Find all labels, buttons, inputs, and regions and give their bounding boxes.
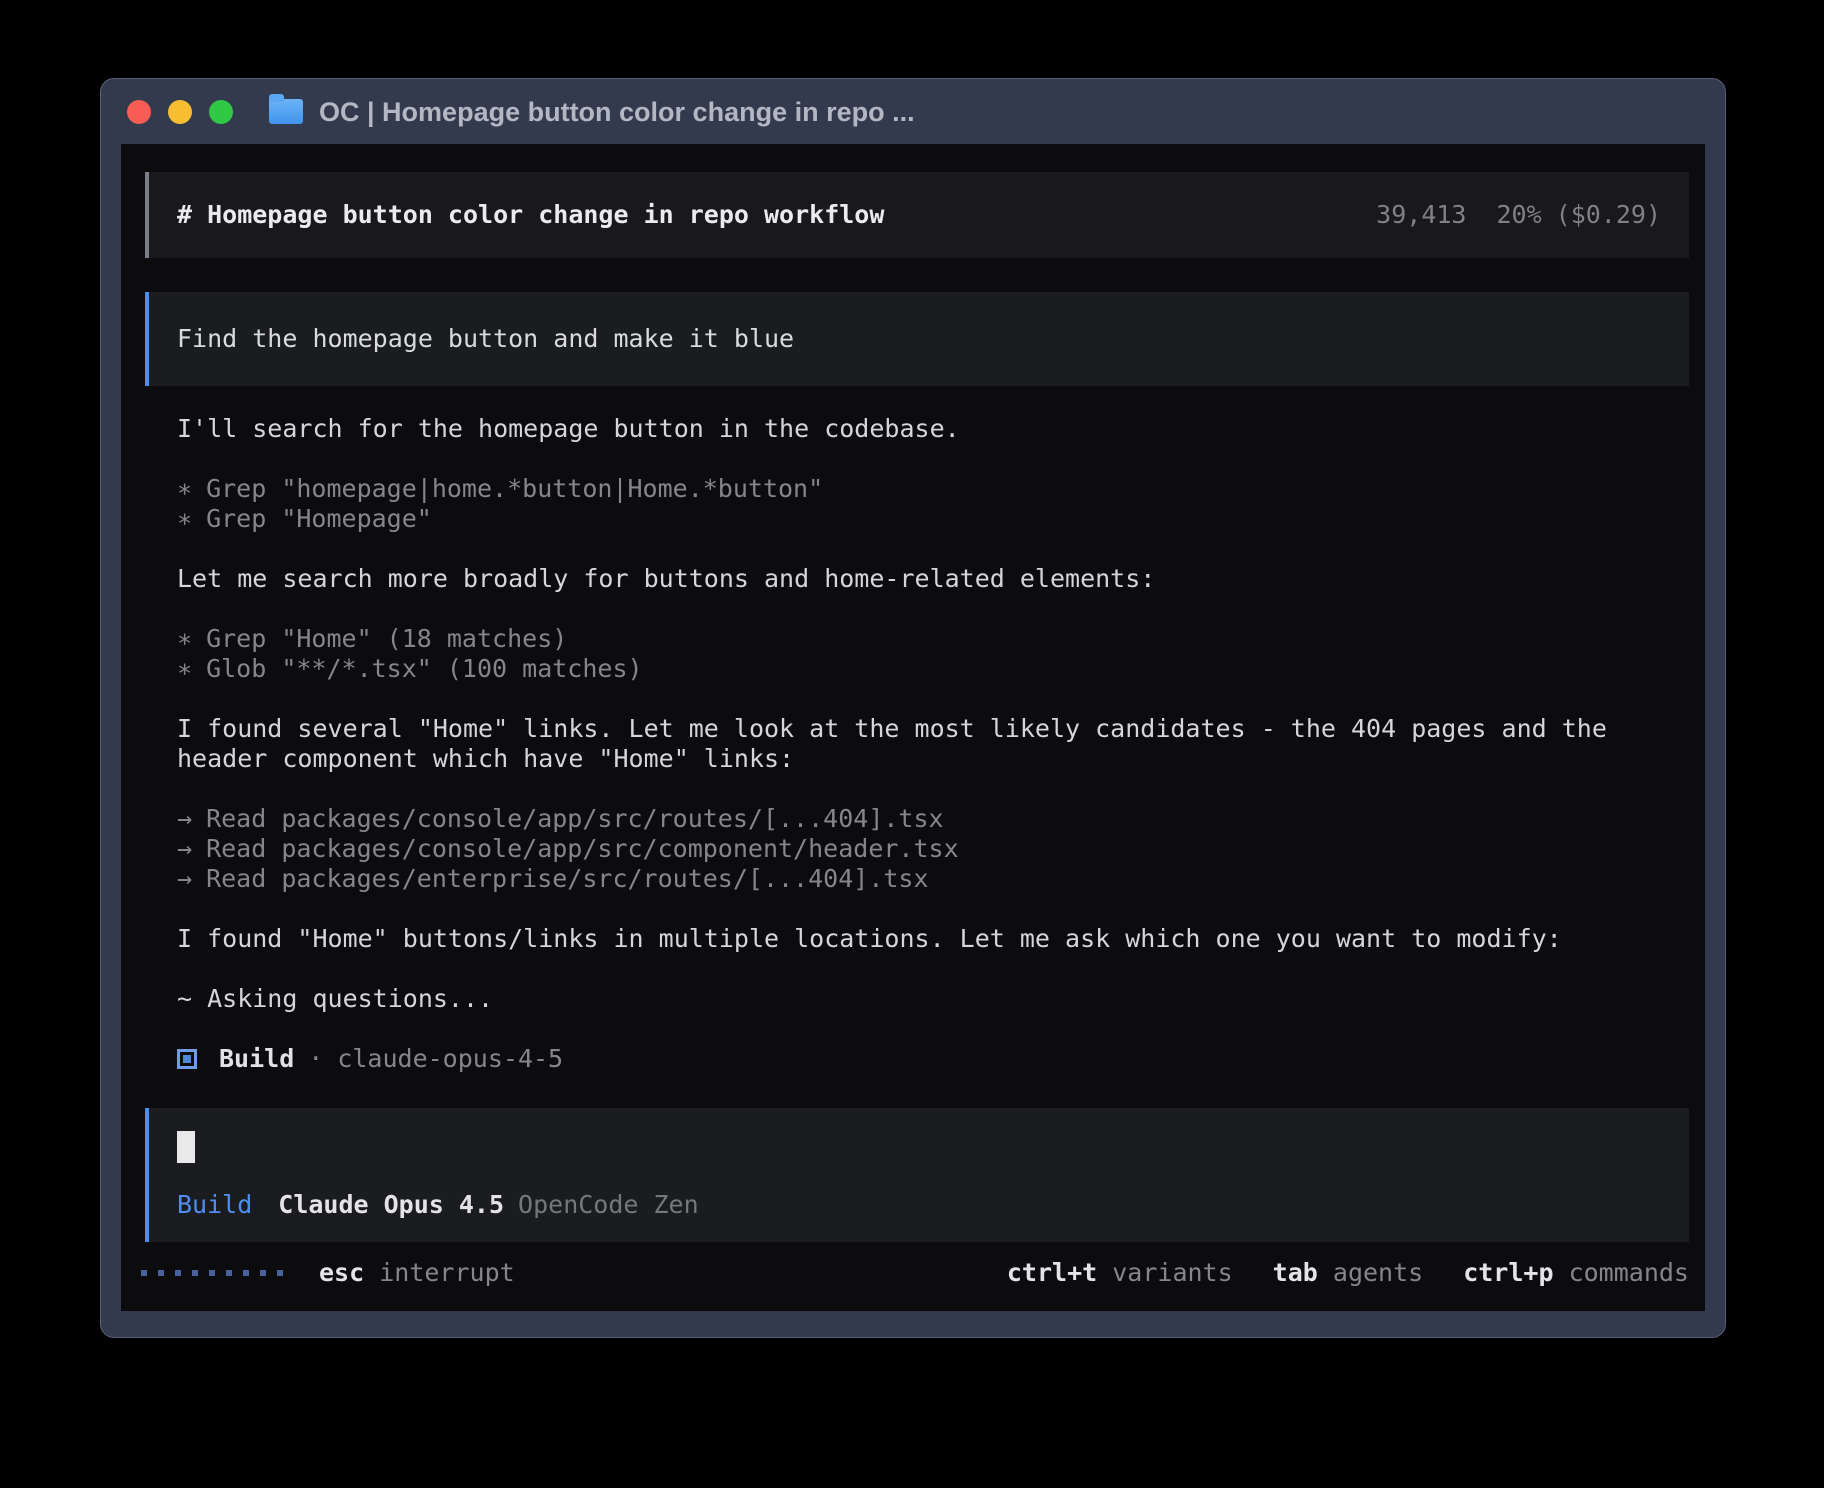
assistant-status-text: ~ Asking questions... <box>177 984 1689 1014</box>
agent-indicator: Build · claude-opus-4-5 <box>177 1044 1689 1074</box>
user-message: Find the homepage button and make it blu… <box>145 292 1689 386</box>
arrow-right-icon: → <box>177 864 192 894</box>
assistant-text: I'll search for the homepage button in t… <box>177 414 1689 444</box>
hint-variants: ctrl+t variants <box>1007 1258 1233 1288</box>
tool-call-group: →Read packages/console/app/src/routes/[.… <box>177 804 1689 894</box>
assistant-text: Let me search more broadly for buttons a… <box>177 564 1689 594</box>
tool-call-group: ∗Grep "Home" (18 matches) ∗Glob "**/*.ts… <box>177 624 1689 684</box>
titlebar[interactable]: OC | Homepage button color change in rep… <box>101 79 1725 144</box>
agent-model: claude-opus-4-5 <box>337 1044 563 1074</box>
dot-separator: · <box>308 1044 323 1074</box>
asterisk-icon: ∗ <box>177 654 192 684</box>
tool-call-read: →Read packages/console/app/src/routes/[.… <box>177 804 1689 834</box>
assistant-text: header component which have "Home" links… <box>177 744 1689 774</box>
tool-call-read: →Read packages/console/app/src/component… <box>177 834 1689 864</box>
session-header: # Homepage button color change in repo w… <box>145 172 1689 258</box>
assistant-paragraph: I found several "Home" links. Let me loo… <box>177 714 1689 774</box>
window-title: OC | Homepage button color change in rep… <box>319 97 915 127</box>
asterisk-icon: ∗ <box>177 504 192 534</box>
tool-call-group: ∗Grep "homepage|home.*button|Home.*butto… <box>177 474 1689 534</box>
assistant-text: I found several "Home" links. Let me loo… <box>177 714 1689 744</box>
agent-name: Build <box>219 1044 294 1074</box>
hint-interrupt: esc interrupt <box>319 1258 515 1288</box>
input-model-label: Claude Opus 4.5 <box>278 1190 504 1219</box>
hint-agents: tab agents <box>1273 1258 1424 1288</box>
input-line[interactable] <box>177 1130 1661 1164</box>
context-percent: 20% <box>1496 200 1541 229</box>
spinner-dots <box>141 1270 283 1276</box>
terminal-content: # Homepage button color change in repo w… <box>121 144 1705 1311</box>
text-cursor <box>177 1131 195 1163</box>
session-title: # Homepage button color change in repo w… <box>177 200 884 230</box>
close-button[interactable] <box>127 100 151 124</box>
arrow-right-icon: → <box>177 804 192 834</box>
tool-call-grep: ∗Grep "homepage|home.*button|Home.*butto… <box>177 474 1689 504</box>
arrow-right-icon: → <box>177 834 192 864</box>
hint-commands: ctrl+p commands <box>1463 1258 1689 1288</box>
prompt-input[interactable]: Build Claude Opus 4.5 OpenCode Zen <box>145 1108 1689 1242</box>
assistant-text: I found "Home" buttons/links in multiple… <box>177 924 1689 954</box>
input-agent-label[interactable]: Build <box>177 1190 252 1219</box>
agent-square-icon <box>177 1049 197 1069</box>
tool-call-grep: ∗Grep "Homepage" <box>177 504 1689 534</box>
tool-call-grep: ∗Grep "Home" (18 matches) <box>177 624 1689 654</box>
asterisk-icon: ∗ <box>177 474 192 504</box>
token-count: 39,413 <box>1376 200 1466 229</box>
input-provider-label: OpenCode Zen <box>518 1190 699 1219</box>
tool-call-read: →Read packages/enterprise/src/routes/[..… <box>177 864 1689 894</box>
minimize-button[interactable] <box>168 100 192 124</box>
folder-icon <box>269 99 303 124</box>
conversation: I'll search for the homepage button in t… <box>145 414 1689 1074</box>
asterisk-icon: ∗ <box>177 624 192 654</box>
session-stats: 39,413 20% ($0.29) <box>1376 200 1661 230</box>
traffic-lights <box>127 100 233 124</box>
session-cost: ($0.29) <box>1556 200 1661 229</box>
zoom-button[interactable] <box>209 100 233 124</box>
user-message-text: Find the homepage button and make it blu… <box>177 324 794 353</box>
model-line: Build Claude Opus 4.5 OpenCode Zen <box>177 1190 1661 1220</box>
tool-call-glob: ∗Glob "**/*.tsx" (100 matches) <box>177 654 1689 684</box>
terminal-window: OC | Homepage button color change in rep… <box>100 78 1726 1338</box>
status-bar: esc interrupt ctrl+t variants tab agents… <box>145 1258 1689 1288</box>
